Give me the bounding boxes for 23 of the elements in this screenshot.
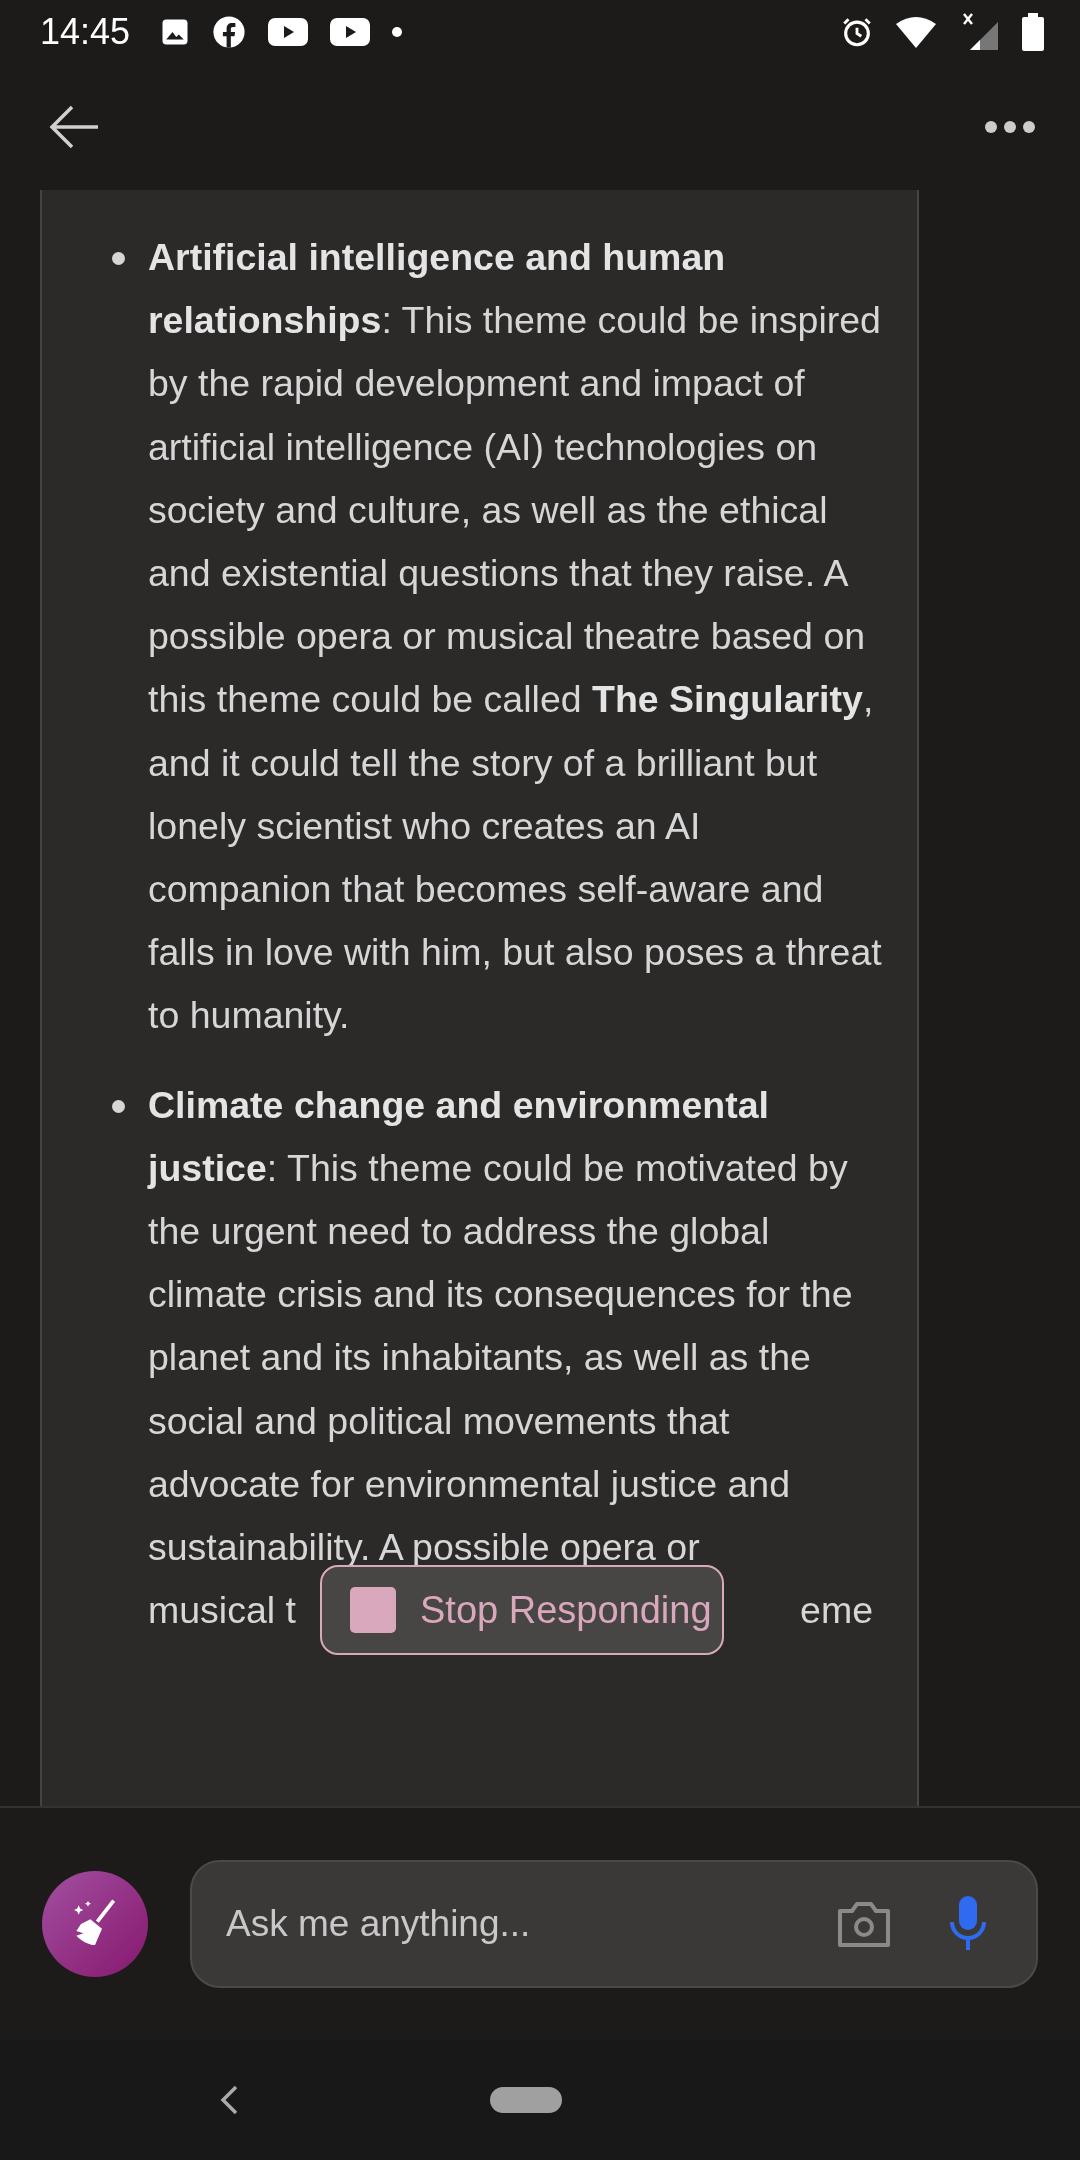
camera-icon[interactable] [836, 1899, 892, 1949]
video-play-icon [268, 18, 309, 46]
wifi-icon [896, 16, 936, 48]
home-pill[interactable] [490, 2087, 562, 2113]
stop-icon [350, 1587, 396, 1634]
stop-responding-button[interactable]: Stop Responding [320, 1565, 724, 1656]
back-arrow-icon[interactable] [48, 105, 100, 149]
microphone-icon[interactable] [948, 1896, 988, 1952]
text-fragment: musical t [148, 1588, 296, 1634]
bullet-dot [112, 252, 125, 265]
more-options-icon[interactable] [984, 120, 1036, 134]
text-fragment: eme [800, 1588, 873, 1634]
facebook-icon [212, 15, 247, 49]
bullet-text: Artificial intelligence and human relationships: This theme could be inspired by the rapid development and impact of artificial intelligence (AI) technologies on society and culture, as well as the ethical and existential questions that they raise. A possible opera or musical theatre based on this theme could be called The Singularity, and it could tell the story of a brilliant but lonely scientist who creates an AI companion that becomes self-aware and falls in love with him, but also poses a threat to humanity. [148, 235, 883, 1039]
dot-icon [392, 27, 403, 37]
gallery-icon [160, 17, 191, 47]
chat-input-field[interactable]: Ask me anything... [224, 1902, 780, 1946]
status-time: 14:45 [40, 11, 131, 53]
bullet-dot [112, 1099, 125, 1113]
battery-icon [1022, 13, 1044, 51]
alarm-icon [840, 15, 874, 49]
video-play-icon [330, 18, 371, 46]
nav-back-icon[interactable] [218, 2085, 240, 2115]
